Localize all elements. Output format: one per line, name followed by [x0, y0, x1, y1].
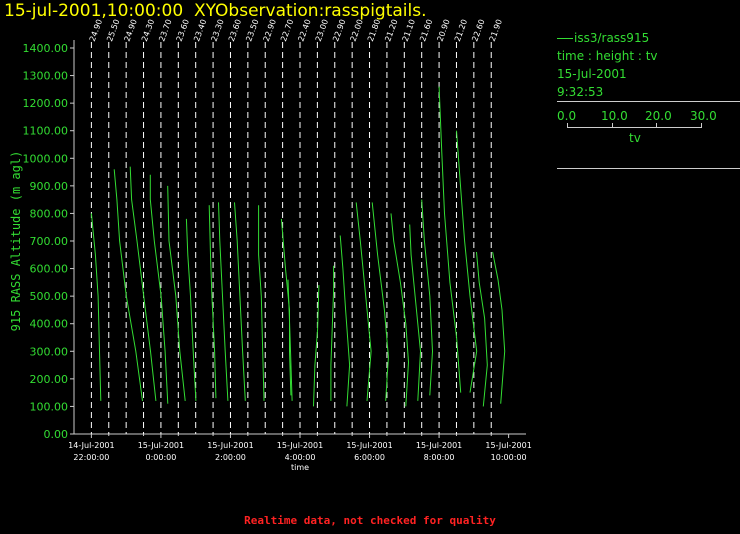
y-tick-label: 1400.00 — [23, 42, 69, 55]
profile-line — [258, 205, 265, 401]
legend-time: 9:32:53 — [557, 85, 604, 99]
y-tick-label: 400.00 — [30, 318, 69, 331]
y-axis-label: 915 RASS Altitude (m agl) — [9, 151, 23, 332]
profile-line — [313, 285, 320, 407]
axes — [70, 40, 526, 438]
profile-line — [113, 169, 143, 401]
x-tick-date: 15-Jul-2001 — [207, 441, 253, 450]
profile-line — [208, 205, 217, 399]
y-tick-label: 1300.00 — [23, 70, 69, 83]
y-tick-label: 800.00 — [30, 207, 69, 220]
y-tick-label: 100.00 — [30, 400, 69, 413]
reference-value-label: 23.50 — [244, 18, 260, 43]
legend-line-swatch — [557, 38, 573, 39]
legend-variables: time : height : tv — [557, 49, 658, 63]
x-tick-date: 15-Jul-2001 — [346, 441, 392, 450]
x-tick-time: 22:00:00 — [73, 453, 109, 462]
axis-labels: 0.00 100.00 200.00 300.00 400.00 500.00 600.00… — [9, 18, 532, 472]
reference-value-label: 21.60 — [418, 18, 434, 43]
x-tick-time: 4:00:00 — [285, 453, 316, 462]
legend-scale-mark — [656, 123, 657, 128]
y-tick-label: 1000.00 — [23, 152, 69, 165]
reference-value-label: 23.70 — [157, 18, 173, 43]
x-tick-date: 15-Jul-2001 — [277, 441, 323, 450]
profile-line — [492, 251, 506, 404]
reference-value-label: 24.90 — [88, 18, 104, 43]
legend-scale-tick-2: 20.0 — [645, 109, 672, 123]
y-tick-label: 700.00 — [30, 235, 69, 248]
profile-line — [390, 213, 410, 407]
y-tick-label: 0.00 — [44, 428, 69, 441]
legend-scale: 0.0 10.0 20.0 30.0 tv — [557, 107, 740, 149]
reference-value-label: 22.90 — [262, 18, 278, 43]
legend-scale-mark — [612, 123, 613, 128]
profile-line — [185, 218, 197, 401]
reference-value-label: 23.60 — [227, 18, 243, 43]
legend-date: 15-Jul-2001 — [557, 67, 627, 81]
reference-value-label: 22.60 — [470, 18, 486, 43]
reference-value-label: 23.30 — [209, 18, 225, 43]
quality-warning: Realtime data, not checked for quality — [244, 514, 496, 527]
profile-line — [421, 199, 434, 396]
profile-line — [476, 251, 488, 407]
reference-value-label: 23.60 — [175, 18, 191, 43]
profile-line — [339, 235, 351, 407]
x-tick-time: 10:00:00 — [491, 453, 527, 462]
reference-value-label: 22.00 — [349, 18, 365, 43]
legend: iss3/rass915 time : height : tv 15-Jul-2… — [557, 29, 740, 169]
y-tick-label: 300.00 — [30, 345, 69, 358]
profile-line — [167, 185, 186, 401]
legend-scale-axis — [567, 127, 701, 128]
legend-series-label: iss3/rass915 — [574, 31, 650, 45]
legend-scale-mark — [701, 123, 702, 128]
legend-scale-tick-1: 10.0 — [601, 109, 628, 123]
profile-line — [330, 265, 335, 401]
y-tick-label: 600.00 — [30, 263, 69, 276]
reference-value-label: 21.80 — [366, 18, 382, 43]
reference-value-label: 24.90 — [123, 18, 139, 43]
reference-value-label: 21.90 — [488, 18, 504, 43]
x-tick-time: 6:00:00 — [354, 453, 385, 462]
stage: { "title": "15-jul-2001,10:00:00 XYObser… — [0, 0, 740, 534]
x-tick-time: 8:00:00 — [424, 453, 455, 462]
x-tick-date: 14-Jul-2001 — [68, 441, 114, 450]
legend-divider — [557, 101, 740, 102]
reference-value-label: 20.90 — [435, 18, 451, 43]
legend-bottom-divider — [557, 168, 740, 169]
profile-line — [409, 224, 422, 401]
y-tick-label: 1200.00 — [23, 97, 69, 110]
profile-line — [438, 86, 462, 393]
legend-scale-tick-3: 30.0 — [690, 109, 717, 123]
reference-value-label: 22.40 — [296, 18, 312, 43]
profile-line — [218, 202, 229, 401]
profile-line — [234, 202, 246, 401]
y-tick-label: 1100.00 — [23, 125, 69, 138]
legend-scale-mark — [567, 123, 568, 128]
x-tick-date: 15-Jul-2001 — [416, 441, 462, 450]
profile-line — [355, 202, 372, 401]
y-tick-label: 200.00 — [30, 373, 69, 386]
reference-value-label: 21.20 — [383, 18, 399, 43]
x-tick-time: 2:00:00 — [215, 453, 246, 462]
y-tick-label: 500.00 — [30, 290, 69, 303]
x-axis-label: time — [291, 463, 309, 472]
reference-value-label: 23.00 — [314, 18, 330, 43]
reference-value-label: 24.30 — [140, 18, 156, 43]
reference-value-label: 22.70 — [279, 18, 295, 43]
legend-scale-label: tv — [629, 131, 641, 145]
profile-line — [371, 202, 389, 401]
reference-value-label: 21.20 — [453, 18, 469, 43]
x-tick-date: 15-Jul-2001 — [485, 441, 531, 450]
reference-value-label: 25.50 — [105, 18, 121, 43]
reference-value-label: 21.10 — [401, 18, 417, 43]
reference-value-label: 23.40 — [192, 18, 208, 43]
x-tick-time: 0:00:00 — [146, 453, 177, 462]
reference-value-label: 22.90 — [331, 18, 347, 43]
y-tick-label: 900.00 — [30, 180, 69, 193]
profile-lines — [90, 86, 506, 407]
x-tick-date: 15-Jul-2001 — [138, 441, 184, 450]
profile-line — [90, 213, 102, 401]
legend-series: iss3/rass915 — [557, 29, 740, 47]
